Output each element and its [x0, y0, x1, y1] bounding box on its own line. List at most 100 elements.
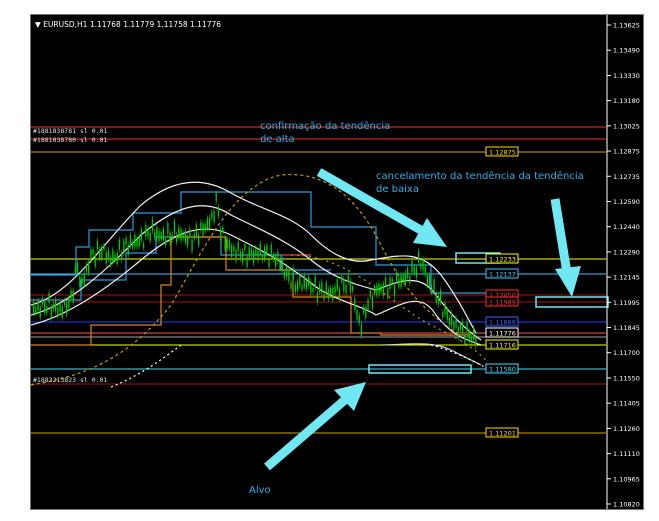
candle-body [215, 193, 217, 201]
candle-body [268, 259, 270, 268]
candle-body [145, 225, 147, 237]
candle-body [88, 262, 90, 273]
price-label: 1.11716 [489, 342, 516, 350]
candle-body [444, 302, 446, 314]
candle-body [327, 288, 330, 300]
candle-body [55, 299, 57, 312]
candle-body [96, 240, 99, 249]
candle-body [193, 233, 195, 239]
candle-body [297, 281, 299, 292]
candle-body [149, 232, 151, 242]
cancel-annotation: cancelamento da tendência da tendência de… [376, 170, 584, 195]
candle-body [184, 230, 187, 243]
candle-body [250, 249, 253, 256]
candle-body [92, 249, 94, 255]
candle-body [473, 328, 475, 340]
candle-body [180, 229, 182, 241]
candle-body [378, 283, 380, 295]
price-chart[interactable]: ▼ EURUSD,H1 1.11768 1.11779 1.11758 1.11… [31, 15, 644, 510]
order-lot: 0.01 [92, 136, 108, 144]
candle-body [85, 264, 88, 272]
candle-body [402, 275, 404, 281]
svg-text:#1881838780 sl 0.01: #1881838780 sl 0.01 [33, 136, 107, 144]
candle-body [151, 219, 154, 231]
candle-body [116, 252, 118, 264]
candle-body [393, 284, 396, 297]
candle-body [77, 262, 79, 274]
candle-body [231, 245, 233, 258]
candle-body [72, 290, 74, 303]
candle-body [281, 259, 283, 272]
candle-body [198, 235, 200, 246]
candle-body [323, 294, 325, 300]
axis-tick-label: 1.13330 [613, 72, 640, 80]
candle-body [446, 309, 448, 320]
candle-body [314, 276, 316, 288]
ohlc-values: 1.11768 1.11779 1.11758 1.11776 [90, 20, 221, 29]
price-label: 1.11889 [489, 319, 516, 327]
candle-body [279, 262, 281, 270]
candle-body [303, 275, 305, 288]
axis-tick-label: 1.12735 [613, 173, 640, 181]
price-axis: 1.13625 1.13490 1.13330 1.13180 1.13025 1.128… [606, 15, 640, 509]
candle-body [334, 286, 336, 294]
candle-body [453, 322, 455, 329]
svg-text:#1883213823 sl 0.01: #1883213823 sl 0.01 [33, 376, 107, 384]
candle-body [336, 279, 338, 290]
candle-body [209, 217, 211, 229]
candle-body [57, 307, 59, 316]
candle-body [352, 286, 354, 291]
candle-body [70, 290, 72, 299]
candle-body [200, 222, 202, 230]
candle-body [301, 285, 303, 291]
axis-tick-label: 1.11110 [613, 450, 640, 458]
candle-body [61, 306, 63, 318]
target-annotation: Alvo [249, 485, 271, 496]
candle-body [365, 307, 367, 319]
axis-tick-label: 1.10965 [613, 475, 640, 483]
candle-body [244, 243, 246, 250]
candle-body [347, 273, 349, 283]
candle-body [224, 237, 226, 250]
candle-body [257, 250, 259, 261]
candle-body [147, 227, 149, 237]
price-label: 1.11580 [489, 366, 516, 374]
candle-body [312, 287, 314, 293]
candle-body [389, 277, 391, 289]
candle-body [41, 298, 44, 305]
candle-body [253, 250, 255, 263]
candle-body [90, 249, 92, 261]
candle-body [189, 228, 191, 237]
candle-body [325, 282, 327, 294]
candle-body [127, 244, 129, 255]
price-label: 1.11776 [489, 330, 516, 338]
candle-body [140, 229, 143, 241]
candle-body [387, 288, 389, 298]
candle-body [385, 277, 387, 286]
candle-body [217, 206, 220, 217]
candle-body [228, 240, 231, 249]
candle-body [330, 288, 332, 295]
axis-tick-label: 1.13025 [613, 122, 640, 130]
candle-body [101, 247, 103, 259]
candle-body [239, 252, 242, 260]
axis-tick-label: 1.11700 [613, 349, 640, 357]
candle-body [462, 321, 464, 334]
candle-body [367, 299, 369, 310]
candle-body [178, 227, 180, 237]
candle-body [345, 284, 347, 294]
chart-window[interactable]: ▼ EURUSD,H1 1.11768 1.11779 1.11758 1.11… [30, 14, 644, 510]
order-lot: 0.01 [92, 376, 108, 384]
candle-body [233, 246, 235, 252]
candle-body [418, 251, 420, 263]
axis-tick-label: 1.12145 [613, 274, 640, 282]
candle-body [363, 306, 365, 313]
candle-body [81, 277, 83, 284]
candle-body [123, 240, 125, 253]
axis-tick-label: 1.12590 [613, 198, 640, 206]
candle-body [158, 231, 160, 242]
candle-body [52, 303, 55, 309]
candle-body [112, 249, 114, 262]
candle-body [46, 306, 48, 314]
candle-body [448, 317, 451, 325]
